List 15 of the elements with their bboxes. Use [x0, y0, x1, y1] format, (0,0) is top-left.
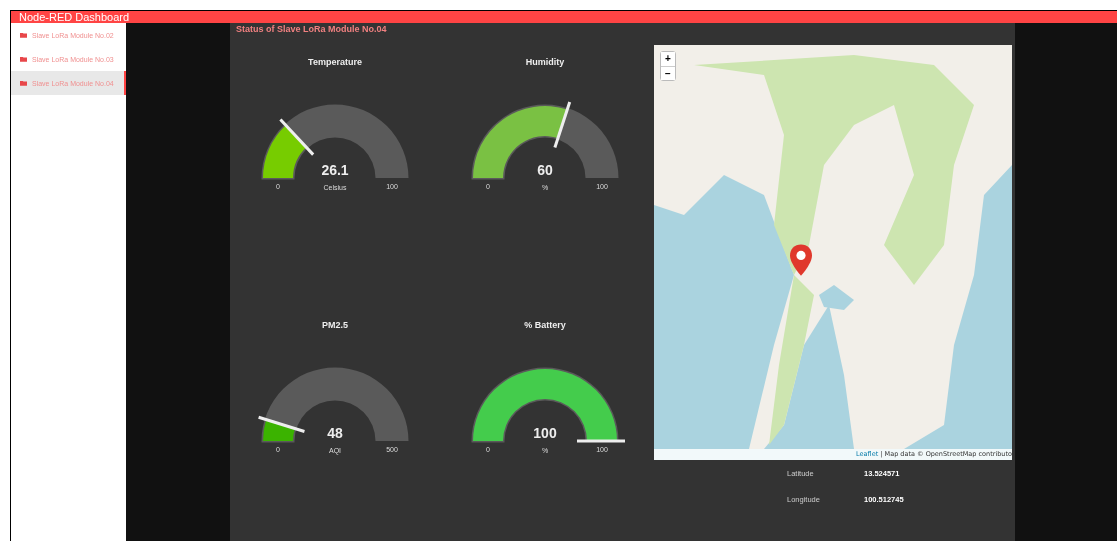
- gauge-value: 100: [533, 425, 557, 441]
- folder-icon: [20, 32, 27, 38]
- gauge-value: 48: [327, 425, 343, 441]
- zoom-out-button[interactable]: −: [661, 66, 675, 80]
- folder-icon: [20, 80, 27, 86]
- dashboard-title: Node-RED Dashboard: [19, 11, 130, 23]
- gauge-value: 60: [537, 162, 553, 178]
- gauge-title: % Battery: [524, 320, 566, 330]
- location-pin-icon[interactable]: [790, 244, 812, 276]
- gauge-value: 26.1: [321, 162, 349, 178]
- gauge-title: Temperature: [308, 57, 362, 67]
- gauge-title: Humidity: [525, 57, 565, 67]
- gauge-title: PM2.5: [322, 320, 348, 330]
- folder-icon: [20, 56, 27, 62]
- group-title: Status of Slave LoRa Module No.04: [235, 23, 388, 35]
